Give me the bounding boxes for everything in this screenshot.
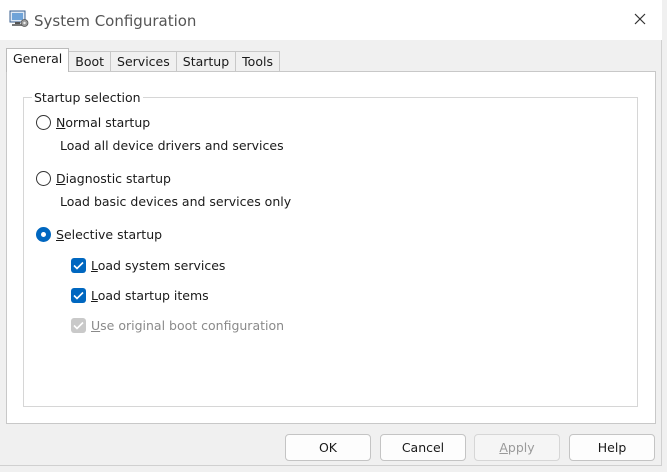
system-configuration-window: System Configuration General Boot Servic… — [0, 0, 662, 466]
checkbox-original-boot — [71, 318, 86, 333]
system-config-icon — [9, 10, 29, 28]
load-startup-items-checkbox[interactable]: Load startup items — [71, 288, 209, 303]
diagnostic-startup-label: Diagnostic startup — [56, 171, 171, 186]
checkmark-icon — [73, 291, 84, 300]
checkbox-system-services[interactable] — [71, 258, 86, 273]
tab-services[interactable]: Services — [110, 51, 177, 72]
close-button[interactable] — [620, 6, 660, 34]
apply-button: Apply — [474, 434, 560, 461]
tab-bar: General Boot Services Startup Tools — [6, 48, 280, 72]
cancel-button[interactable]: Cancel — [380, 434, 466, 461]
diagnostic-startup-radio[interactable]: Diagnostic startup — [36, 171, 171, 186]
load-startup-items-label: Load startup items — [91, 288, 209, 303]
radio-diagnostic-indicator[interactable] — [36, 171, 51, 186]
selective-startup-radio[interactable]: Selective startup — [36, 227, 162, 242]
normal-startup-radio[interactable]: Normal startup — [36, 115, 150, 130]
general-tab-panel: Startup selection Normal startup Load al… — [6, 71, 656, 424]
use-original-boot-config-checkbox: Use original boot configuration — [71, 318, 284, 333]
selective-startup-label: Selective startup — [56, 227, 163, 242]
radio-normal-indicator[interactable] — [36, 115, 51, 130]
checkmark-icon — [73, 321, 84, 330]
load-system-services-checkbox[interactable]: Load system services — [71, 258, 225, 273]
use-original-boot-config-label: Use original boot configuration — [91, 318, 285, 333]
close-icon — [634, 13, 646, 28]
help-button[interactable]: Help — [569, 434, 655, 461]
tab-general[interactable]: General — [6, 48, 70, 72]
tab-tools[interactable]: Tools — [235, 51, 280, 72]
radio-selective-indicator[interactable] — [36, 227, 51, 242]
group-label: Startup selection — [32, 90, 143, 105]
normal-startup-label: Normal startup — [56, 115, 151, 130]
load-system-services-label: Load system services — [91, 258, 226, 273]
startup-selection-group: Startup selection Normal startup Load al… — [23, 90, 638, 407]
normal-startup-description: Load all device drivers and services — [60, 138, 284, 153]
tab-boot[interactable]: Boot — [68, 51, 112, 72]
checkmark-icon — [73, 261, 84, 270]
tab-startup[interactable]: Startup — [175, 51, 237, 72]
diagnostic-startup-description: Load basic devices and services only — [60, 194, 292, 209]
ok-button[interactable]: OK — [285, 434, 371, 461]
window-title: System Configuration — [34, 12, 197, 30]
title-bar[interactable]: System Configuration — [0, 0, 662, 40]
checkbox-startup-items[interactable] — [71, 288, 86, 303]
